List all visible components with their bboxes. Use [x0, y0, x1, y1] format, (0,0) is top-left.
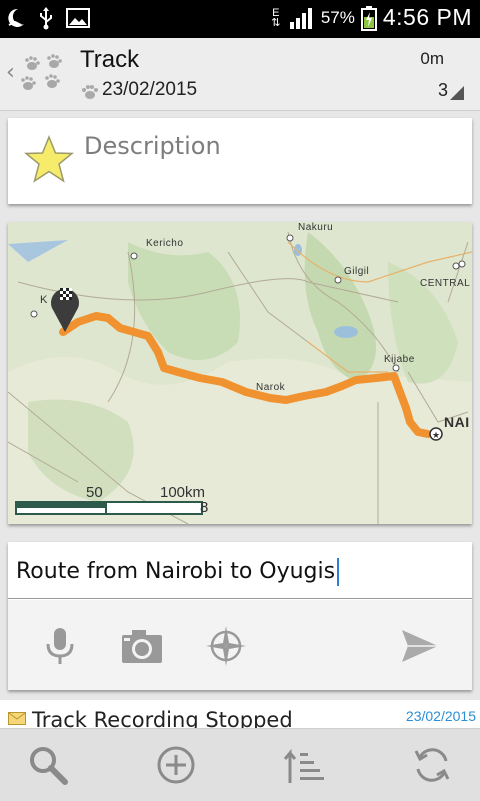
bottom-toolbar — [0, 728, 480, 801]
composer-actions — [8, 600, 472, 690]
map-view[interactable]: ★ Kericho Nakuru Gilgil CENTRAL Kijabe N… — [8, 222, 472, 524]
input-divider — [8, 598, 472, 599]
envelope-icon — [8, 712, 26, 725]
description-card[interactable]: Description — [8, 118, 472, 204]
paw-prints-icon[interactable] — [18, 52, 70, 96]
scale-label-100km: 100km — [160, 484, 206, 501]
scale-label-8: 8 — [200, 499, 209, 516]
note-composer: Route from Nairobi to Oyugis — [8, 542, 472, 690]
page-title: Track — [80, 46, 140, 73]
svg-text:★: ★ — [432, 431, 440, 441]
map-label-nairobi: NAI — [444, 414, 470, 430]
text-cursor — [337, 558, 340, 586]
search-icon[interactable] — [26, 743, 70, 787]
track-header: ‹ Track 23/02/2015 0m 3 — [0, 38, 480, 111]
scale-label-50: 50 — [86, 484, 103, 501]
map-label-nakuru: Nakuru — [298, 222, 334, 233]
corner-indicator-icon[interactable] — [450, 86, 464, 100]
track-distance: 0m — [420, 49, 444, 68]
track-date: 23/02/2015 — [102, 79, 198, 100]
sort-icon[interactable] — [282, 743, 326, 787]
map-canvas[interactable]: ★ — [8, 222, 472, 524]
add-icon[interactable] — [154, 743, 198, 787]
nairobi-marker-icon: ★ — [429, 427, 443, 441]
battery-percent: 57% — [320, 7, 355, 27]
map-label-kericho: Kericho — [146, 238, 184, 249]
camera-icon[interactable] — [120, 624, 164, 668]
refresh-icon[interactable] — [410, 743, 454, 787]
map-label-narok: Narok — [256, 382, 286, 393]
paw-icon — [82, 85, 98, 99]
picture-icon — [66, 8, 90, 28]
location-icon[interactable] — [204, 624, 248, 668]
clock: 4:56 PM — [382, 4, 472, 30]
map-label-k: K — [40, 294, 48, 306]
send-icon[interactable] — [398, 624, 442, 668]
note-input-value: Route from Nairobi to Oyugis — [16, 559, 336, 584]
battery-icon — [360, 5, 377, 31]
map-label-gilgil: Gilgil — [344, 266, 370, 277]
description-label[interactable]: Description — [84, 132, 221, 160]
map-label-kijabe: Kijabe — [384, 354, 415, 365]
moon-icon — [8, 8, 24, 27]
log-entry-text: Track Recording Stopped — [32, 708, 293, 728]
log-entry[interactable]: Track Recording Stopped 23/02/2015 — [0, 700, 480, 728]
log-entry-date: 23/02/2015 — [405, 708, 476, 724]
status-bar: E ⇅ 57% 4:56 PM — [0, 0, 480, 38]
microphone-icon[interactable] — [38, 624, 82, 668]
map-label-central: CENTRAL — [420, 278, 471, 289]
signal-icon — [289, 7, 312, 29]
back-icon[interactable]: ‹ — [6, 60, 15, 85]
star-icon[interactable] — [22, 134, 76, 186]
network-type-indicator: E ⇅ — [271, 6, 281, 29]
usb-icon — [40, 7, 52, 30]
track-point-count: 3 — [437, 80, 448, 100]
note-input[interactable]: Route from Nairobi to Oyugis — [16, 558, 340, 586]
